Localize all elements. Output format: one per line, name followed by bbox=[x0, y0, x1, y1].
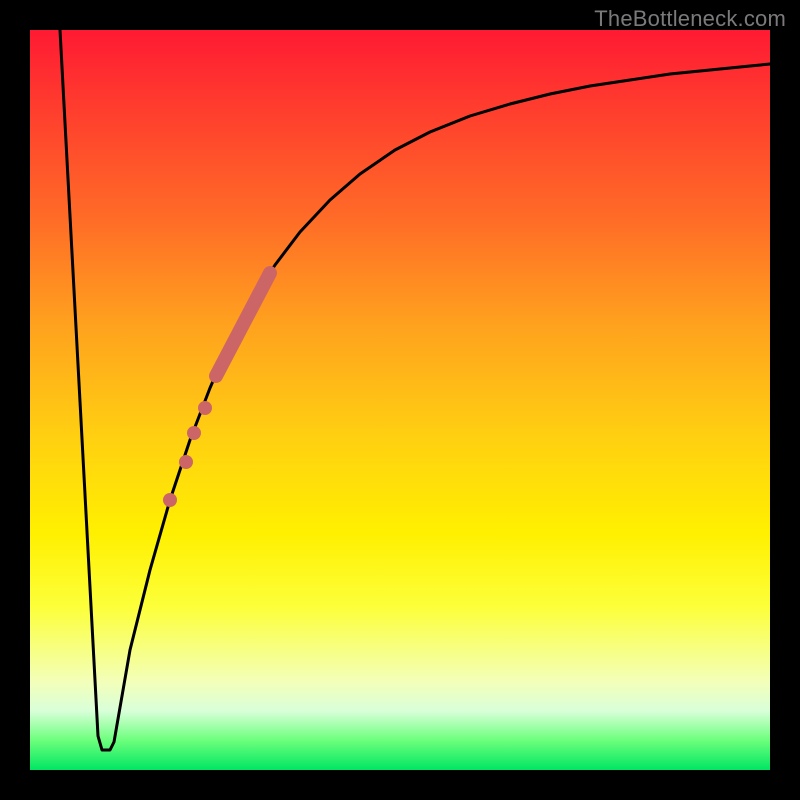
chart-frame: TheBottleneck.com bbox=[0, 0, 800, 800]
highlight-dot bbox=[179, 455, 193, 469]
watermark-text: TheBottleneck.com bbox=[594, 6, 786, 32]
highlight-dot bbox=[198, 401, 212, 415]
chart-svg bbox=[30, 30, 770, 770]
highlight-segment bbox=[216, 273, 270, 376]
bottleneck-curve bbox=[60, 30, 770, 750]
highlight-dot bbox=[187, 426, 201, 440]
chart-plot-area bbox=[30, 30, 770, 770]
highlight-dot bbox=[163, 493, 177, 507]
highlight-dots bbox=[163, 401, 212, 507]
